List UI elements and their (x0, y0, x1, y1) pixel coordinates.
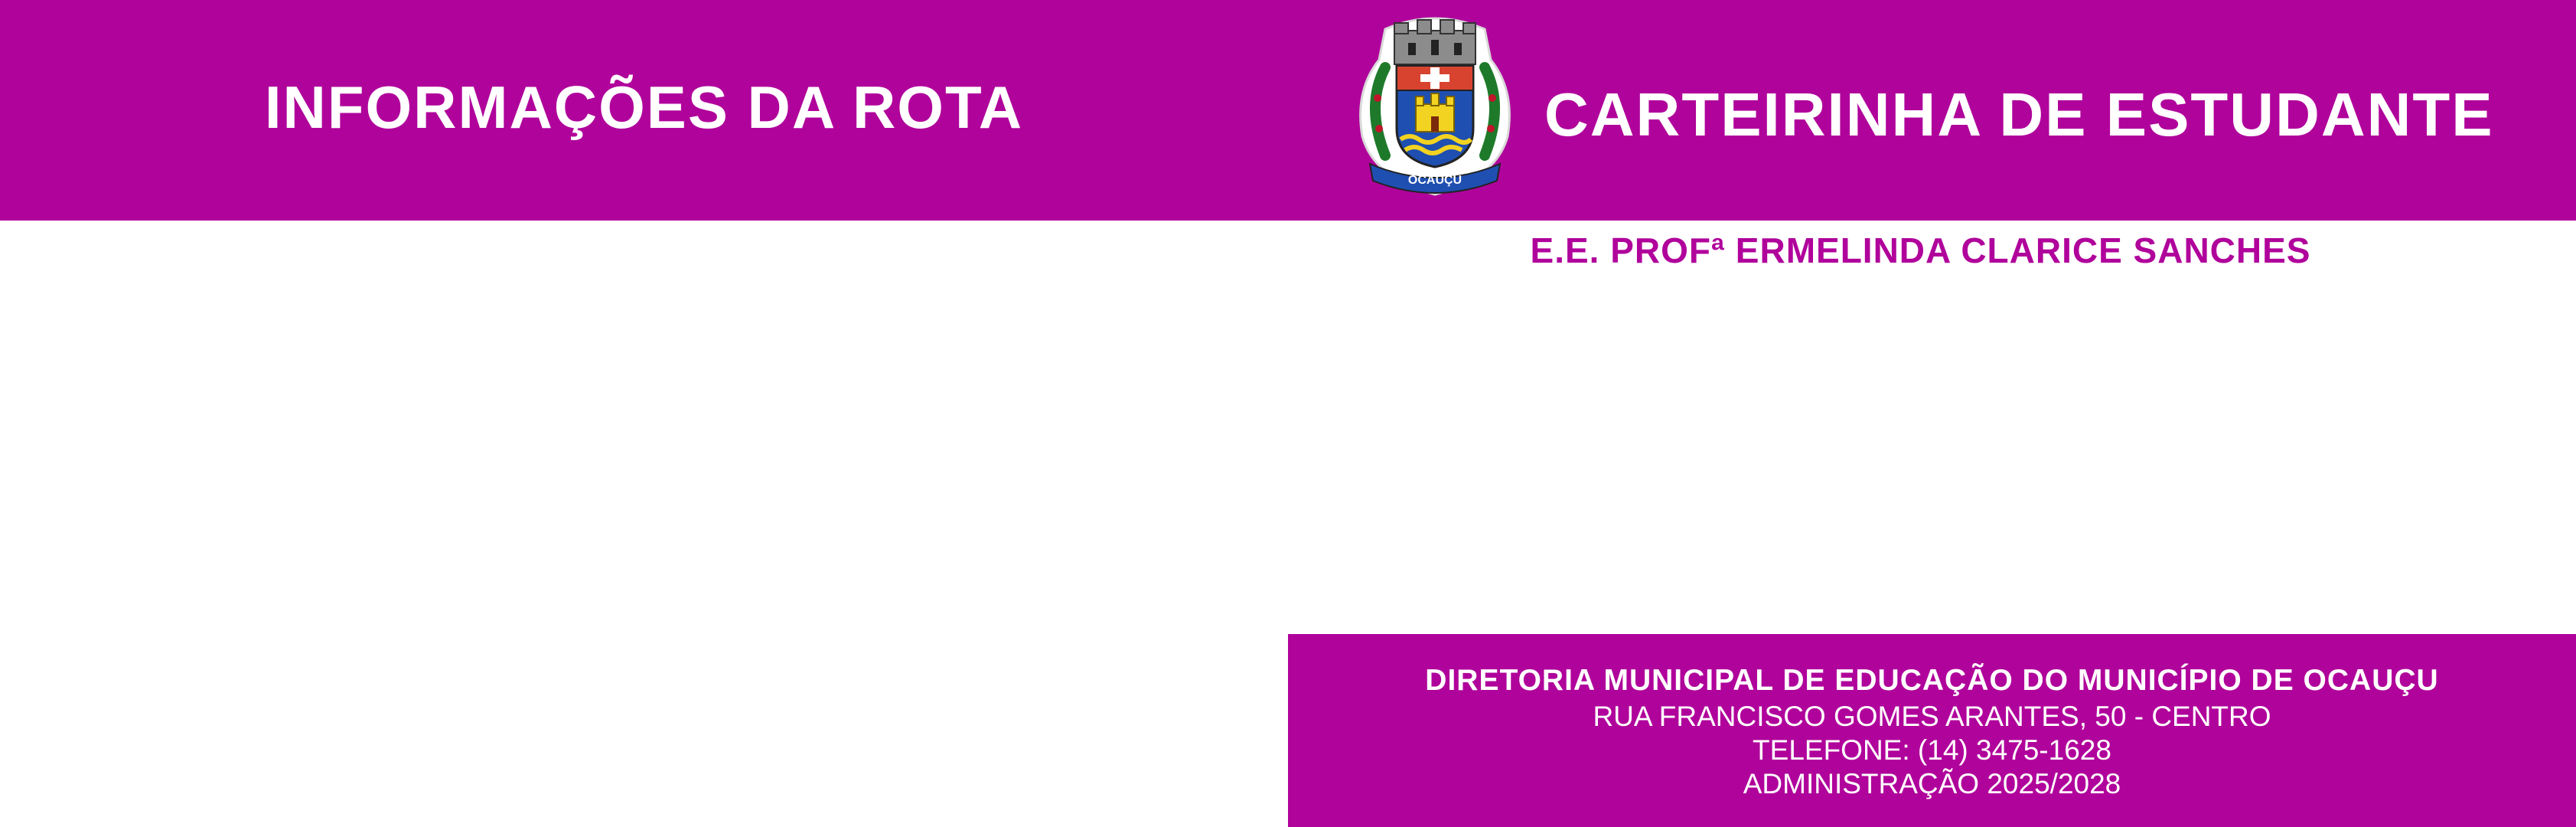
footer-band: DIRETORIA MUNICIPAL DE EDUCAÇÃO DO MUNIC… (1288, 634, 2576, 827)
phone-text: TELEFONE: (14) 3475-1628 (1753, 734, 2111, 766)
coat-of-arms-icon: OCAUÇU (1359, 17, 1511, 196)
department-name: DIRETORIA MUNICIPAL DE EDUCAÇÃO DO MUNIC… (1425, 664, 2439, 697)
crest-ribbon-text: OCAUÇU (1408, 174, 1462, 187)
route-info-title: INFORMAÇÕES DA ROTA (0, 0, 1288, 221)
route-info-title-text: INFORMAÇÕES DA ROTA (264, 73, 1024, 141)
student-card-title: CARTEIRINHA DE ESTUDANTE (1544, 80, 2494, 149)
school-name: E.E. PROFª ERMELINDA CLARICE SANCHES (1530, 230, 2311, 270)
address-text: RUA FRANCISCO GOMES ARANTES, 50 - CENTRO (1593, 701, 2271, 732)
administration-text: ADMINISTRAÇÃO 2025/2028 (1743, 768, 2121, 799)
